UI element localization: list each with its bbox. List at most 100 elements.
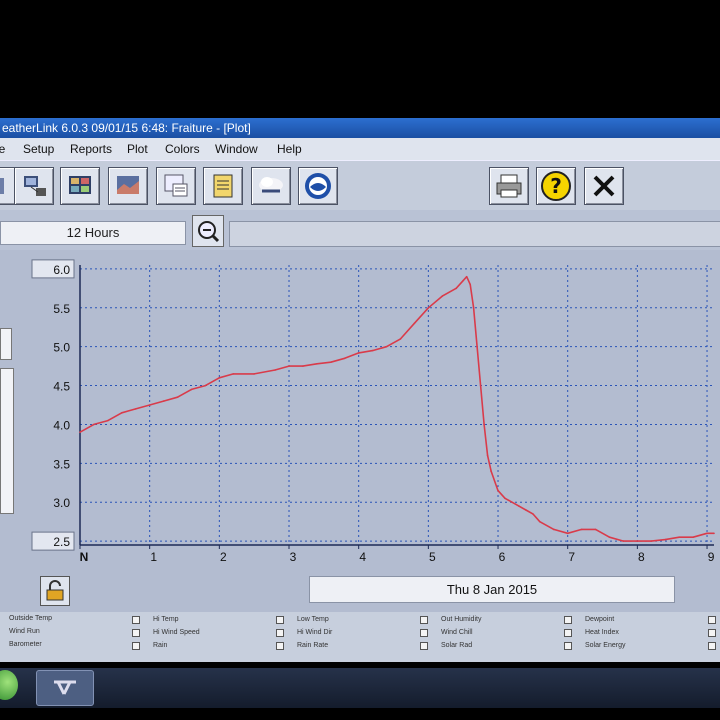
toolbar: ?: [0, 160, 720, 212]
menu-file[interactable]: le: [0, 138, 5, 160]
station-icon: [24, 176, 46, 196]
data-point: [274, 369, 276, 371]
data-point: [706, 532, 708, 535]
print-button[interactable]: [489, 167, 529, 205]
notepad-icon: [213, 174, 233, 198]
legend-item: Rain: [153, 642, 168, 649]
data-point: [622, 540, 625, 542]
data-point: [525, 509, 527, 511]
zoom-out-icon: [198, 221, 220, 243]
y-tick-label: 4.5: [53, 380, 70, 394]
x-tick-label: 9: [708, 550, 715, 564]
checkbox[interactable]: [276, 616, 284, 624]
chart-axes: 6.0 5.5 5.0 4.5 4.0 3.5 3.0 2.5 N 1 2 3 4 5 6 7 8 9: [31, 259, 715, 564]
checkbox[interactable]: [564, 629, 572, 637]
data-point: [121, 411, 123, 414]
checkbox[interactable]: [276, 629, 284, 637]
checkbox[interactable]: [564, 616, 572, 624]
menu-help[interactable]: Help: [277, 138, 302, 160]
time-range-selector[interactable]: 12 Hours: [0, 221, 186, 245]
image-icon: [117, 176, 139, 194]
summary-button[interactable]: [156, 167, 196, 205]
checkbox[interactable]: [276, 642, 284, 650]
data-point: [692, 536, 694, 539]
data-point: [357, 352, 360, 354]
noaa-button[interactable]: [298, 167, 338, 205]
data-point: [316, 362, 318, 365]
data-point: [330, 361, 332, 364]
data-point: [162, 400, 165, 402]
legend-item: Hi Wind Speed: [153, 629, 200, 636]
menu-setup[interactable]: Setup: [23, 138, 54, 160]
data-point: [427, 306, 430, 309]
checkbox[interactable]: [708, 629, 716, 637]
checkbox[interactable]: [708, 642, 716, 650]
y-tick-label: 5.5: [53, 302, 70, 316]
taskbar-app-button[interactable]: [36, 670, 94, 706]
x-tick-label: 2: [220, 550, 227, 564]
menu-window[interactable]: Window: [215, 138, 258, 160]
data-point: [343, 357, 346, 360]
data-point: [465, 275, 468, 278]
legend-item: Wind Chill: [441, 629, 473, 636]
y-tick-label: 6.0: [53, 263, 70, 277]
data-point: [650, 540, 653, 542]
data-point: [664, 538, 667, 541]
station-button[interactable]: [14, 167, 54, 205]
checkbox[interactable]: [132, 616, 140, 624]
legend-item: Barometer: [9, 641, 42, 648]
menu-reports[interactable]: Reports: [70, 138, 112, 160]
menu-bar: le Setup Reports Plot Colors Window Help: [0, 138, 720, 160]
data-point: [441, 295, 444, 297]
checkbox[interactable]: [132, 629, 140, 637]
data-point: [490, 470, 492, 472]
data-point: [288, 365, 290, 367]
checkbox[interactable]: [708, 616, 716, 624]
data-point: [134, 408, 137, 410]
x-tick-label: 6: [499, 550, 506, 564]
y-tick-label: 4.0: [53, 418, 70, 432]
data-point: [497, 489, 499, 492]
notepad-button[interactable]: [203, 167, 243, 205]
x-tick-label: 1: [150, 550, 157, 564]
data-series-line: [79, 275, 714, 542]
help-button[interactable]: ?: [536, 167, 576, 205]
checkbox[interactable]: [132, 642, 140, 650]
x-tick-label: 3: [290, 550, 297, 564]
status-field: [229, 221, 720, 247]
close-button[interactable]: [584, 167, 624, 205]
menu-colors[interactable]: Colors: [165, 138, 200, 160]
close-icon: [593, 175, 615, 197]
data-point: [455, 287, 458, 290]
data-point: [483, 423, 485, 426]
image-button[interactable]: [108, 167, 148, 205]
legend-item: Rain Rate: [297, 642, 329, 649]
data-point: [539, 520, 541, 523]
data-icon: [69, 176, 91, 194]
data-point: [469, 283, 471, 286]
print-icon: [496, 174, 522, 198]
legend-item: Hi Wind Dir: [297, 629, 333, 636]
data-point: [566, 532, 569, 535]
weather-button[interactable]: [251, 167, 291, 205]
checkbox[interactable]: [564, 642, 572, 650]
data-point: [107, 419, 109, 422]
data-point: [713, 532, 715, 535]
data-point: [476, 345, 478, 348]
x-tick-label: 8: [638, 550, 645, 564]
checkbox[interactable]: [420, 629, 428, 637]
chart-grid: [80, 265, 714, 545]
data-point: [636, 540, 639, 542]
date-label: Thu 8 Jan 2015: [309, 576, 675, 603]
menu-plot[interactable]: Plot: [127, 138, 148, 160]
legend-item: Low Temp: [297, 616, 329, 623]
lock-button[interactable]: [40, 576, 70, 606]
legend-panel: Outside Temp Wind Run Barometer Hi Temp …: [0, 612, 720, 662]
data-point: [479, 384, 482, 387]
zoom-out-button[interactable]: [192, 215, 224, 247]
data-button[interactable]: [60, 167, 100, 205]
checkbox[interactable]: [420, 642, 428, 650]
data-point: [608, 536, 611, 539]
svg-text:?: ?: [550, 174, 562, 198]
checkbox[interactable]: [420, 616, 428, 624]
